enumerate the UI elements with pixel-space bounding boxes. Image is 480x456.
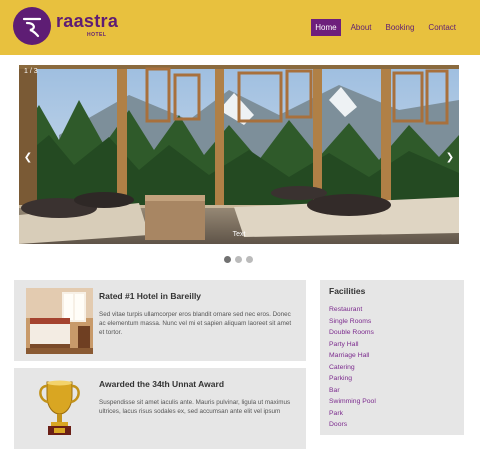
list-item: Marriage Hall [329, 350, 455, 362]
facility-link-single-rooms[interactable]: Single Rooms [329, 318, 371, 325]
slider-dots [224, 256, 253, 263]
nav-booking-link[interactable]: Booking [382, 19, 419, 36]
list-item: Parking [329, 373, 455, 385]
feature-card-award: Awarded the 34th Unnat Award Suspendisse… [14, 368, 306, 449]
facility-link-party-hall[interactable]: Party Hall [329, 341, 358, 348]
logo-icon[interactable] [13, 7, 51, 45]
nav-about-link[interactable]: About [347, 19, 376, 36]
slider-dot-1[interactable] [224, 256, 231, 263]
facility-link-marriage-hall[interactable]: Marriage Hall [329, 352, 369, 359]
slide-image-panoramic-room [19, 65, 459, 244]
feature-title: Rated #1 Hotel in Bareilly [99, 291, 202, 301]
facility-link-swimming-pool[interactable]: Swimming Pool [329, 398, 376, 405]
facilities-panel: Facilities Restaurant Single Rooms Doubl… [320, 280, 464, 435]
slider-dot-3[interactable] [246, 256, 253, 263]
facility-link-catering[interactable]: Catering [329, 364, 355, 371]
main-nav: Home About Booking Contact [311, 19, 460, 36]
feature-text: Sed vitae turpis ullamcorper eros blandi… [99, 311, 292, 336]
nav-contact-link[interactable]: Contact [424, 19, 460, 36]
facilities-list: Restaurant Single Rooms Double Rooms Par… [329, 304, 455, 431]
facility-link-doors[interactable]: Doors [329, 421, 347, 428]
facility-link-double-rooms[interactable]: Double Rooms [329, 329, 374, 336]
list-item: Swimming Pool [329, 396, 455, 408]
chevron-left-icon[interactable]: ❮ [23, 152, 33, 163]
list-item: Catering [329, 362, 455, 374]
chevron-right-icon[interactable]: ❯ [445, 152, 455, 163]
feature-card-rating: Rated #1 Hotel in Bareilly Sed vitae tur… [14, 280, 306, 361]
list-item: Double Rooms [329, 327, 455, 339]
brand-name[interactable]: raastra [56, 11, 118, 32]
image-slider[interactable]: 1 / 3 ❮ ❯ Text [19, 65, 459, 244]
list-item: Park [329, 408, 455, 420]
feature-title: Awarded the 34th Unnat Award [99, 379, 225, 389]
facility-link-park[interactable]: Park [329, 410, 343, 417]
brand-subtitle: HOTEL [87, 32, 107, 38]
list-item: Doors [329, 419, 455, 431]
list-item: Restaurant [329, 304, 455, 316]
nav-home-link[interactable]: Home [311, 19, 341, 36]
trophy-image [26, 376, 93, 442]
facilities-title: Facilities [329, 286, 366, 296]
facility-link-parking[interactable]: Parking [329, 375, 352, 382]
hotel-room-image [26, 288, 93, 354]
slide-counter: 1 / 3 [24, 68, 38, 75]
feature-text: Suspendisse sit amet iaculis ante. Mauri… [99, 399, 291, 415]
list-item: Party Hall [329, 339, 455, 351]
slider-dot-2[interactable] [235, 256, 242, 263]
list-item: Single Rooms [329, 316, 455, 328]
slide-caption: Text [232, 231, 246, 238]
site-header: raastra HOTEL Home About Booking Contact [0, 0, 480, 55]
facility-link-restaurant[interactable]: Restaurant [329, 306, 362, 313]
facility-link-bar[interactable]: Bar [329, 387, 340, 394]
list-item: Bar [329, 385, 455, 397]
